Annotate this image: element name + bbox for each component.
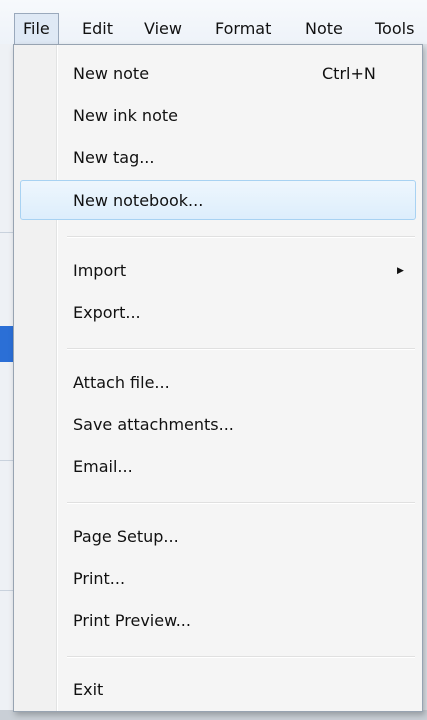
menu-edit[interactable]: Edit — [82, 14, 113, 44]
divider — [0, 590, 13, 591]
menu-item-import[interactable]: Import ▶ — [20, 251, 416, 291]
menu-item-new-notebook[interactable]: New notebook... — [20, 180, 416, 220]
menu-view[interactable]: View — [144, 14, 182, 44]
menu-item-label: Print... — [73, 569, 126, 588]
menu-separator — [67, 348, 415, 350]
menu-item-label: Import — [73, 261, 127, 280]
menu-item-label: Attach file... — [73, 373, 170, 392]
menu-item-label: New tag... — [73, 148, 155, 167]
menu-tools[interactable]: Tools — [375, 14, 414, 44]
background-window-edge — [0, 44, 13, 720]
divider — [0, 232, 13, 233]
menu-separator — [67, 236, 415, 238]
menu-item-label: Exit — [73, 680, 104, 699]
menu-item-label: Email... — [73, 457, 133, 476]
selected-row-indicator — [0, 326, 13, 362]
menu-item-exit[interactable]: Exit — [20, 670, 416, 710]
file-menu-dropdown: New note Ctrl+N New ink note New tag... … — [13, 44, 423, 712]
menu-item-shortcut: Ctrl+N — [322, 64, 376, 83]
menu-item-label: New ink note — [73, 106, 178, 125]
menu-item-label: Page Setup... — [73, 527, 179, 546]
menu-item-new-tag[interactable]: New tag... — [20, 138, 416, 178]
menu-item-export[interactable]: Export... — [20, 293, 416, 333]
menu-note[interactable]: Note — [305, 14, 343, 44]
menu-item-save-attachments[interactable]: Save attachments... — [20, 405, 416, 445]
menu-file[interactable]: File — [14, 13, 59, 45]
menu-separator — [67, 656, 415, 658]
menu-item-print[interactable]: Print... — [20, 559, 416, 599]
menu-item-attach-file[interactable]: Attach file... — [20, 363, 416, 403]
menu-item-label: Save attachments... — [73, 415, 234, 434]
menu-item-label: Print Preview... — [73, 611, 191, 630]
menu-item-label: New notebook... — [73, 191, 204, 210]
menu-item-page-setup[interactable]: Page Setup... — [20, 517, 416, 557]
menu-item-email[interactable]: Email... — [20, 447, 416, 487]
menu-item-label: New note — [73, 64, 150, 83]
menu-separator — [67, 502, 415, 504]
menu-item-new-ink-note[interactable]: New ink note — [20, 96, 416, 136]
submenu-arrow-icon: ▶ — [397, 266, 404, 276]
divider — [0, 460, 13, 461]
menu-item-print-preview[interactable]: Print Preview... — [20, 601, 416, 641]
menu-item-new-note[interactable]: New note Ctrl+N — [20, 54, 416, 94]
menu-item-label: Export... — [73, 303, 141, 322]
app-window: File Edit View Format Note Tools New not… — [0, 0, 427, 720]
menu-format[interactable]: Format — [215, 14, 271, 44]
menu-bar: File Edit View Format Note Tools — [0, 0, 427, 45]
